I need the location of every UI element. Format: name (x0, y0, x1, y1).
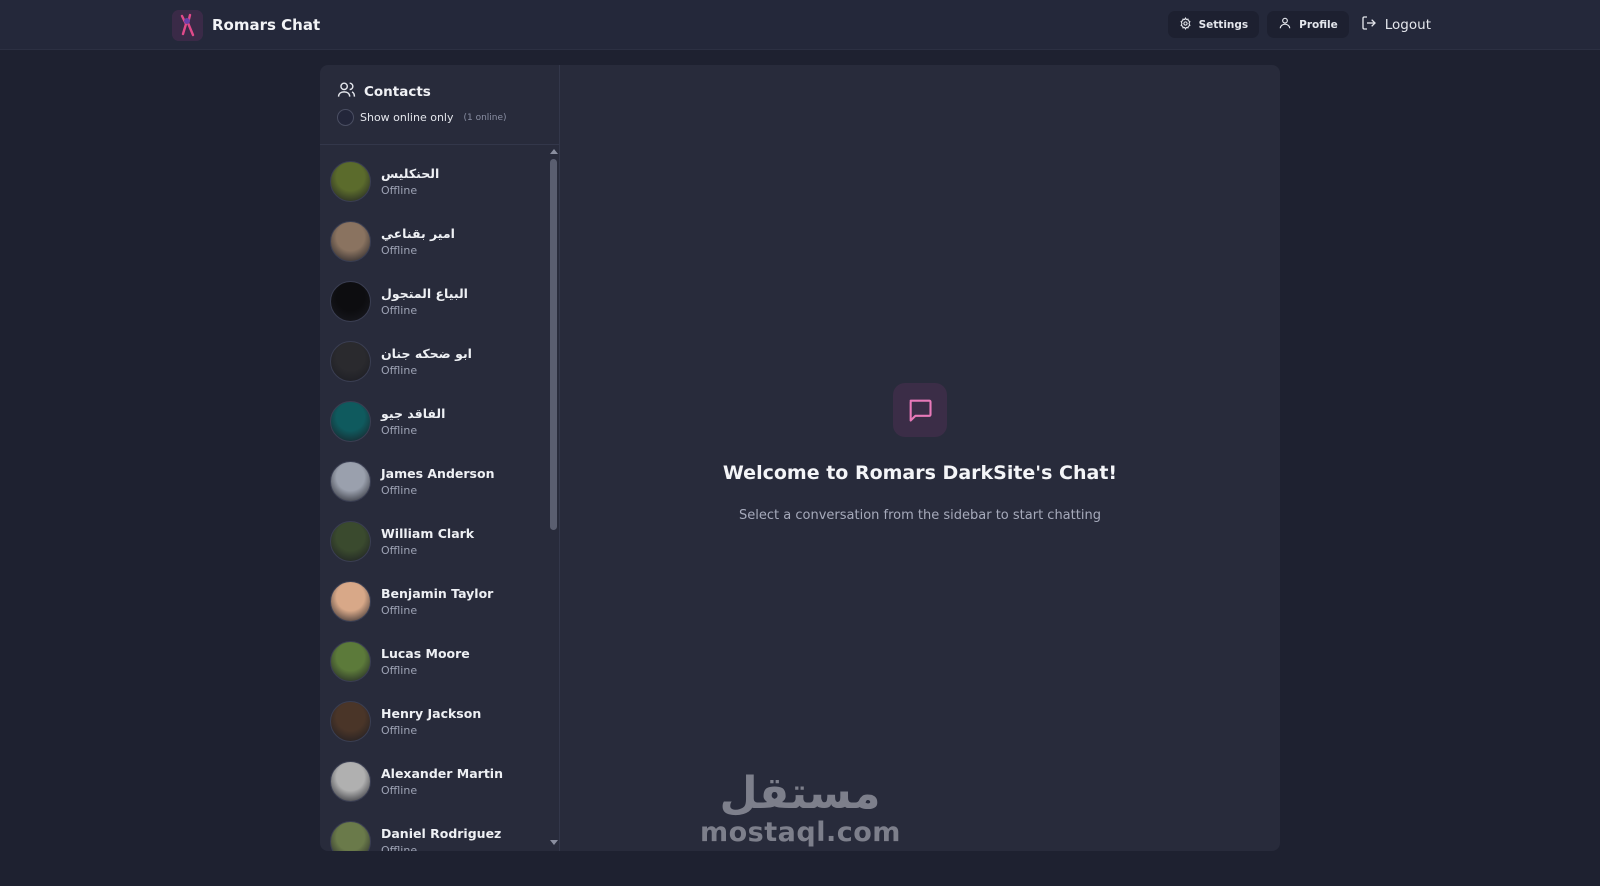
profile-button[interactable]: Profile (1267, 11, 1349, 38)
contact-name: Henry Jackson (381, 705, 482, 721)
top-navbar: Romars Chat Settings Profile Logout (0, 0, 1600, 50)
contacts-title: Contacts (337, 80, 431, 103)
contact-meta: البياع المتجول Offline (381, 286, 468, 317)
contact-status: Offline (381, 423, 418, 437)
contact-status: Offline (381, 303, 418, 317)
scrollbar-thumb[interactable] (550, 159, 557, 530)
contact-name: Benjamin Taylor (381, 585, 494, 601)
contact-name: Alexander Martin (381, 765, 503, 781)
contact-meta: Henry Jackson Offline (381, 706, 481, 737)
contact-meta: William Clark Offline (381, 526, 474, 557)
users-icon (337, 80, 356, 103)
contact-status: Offline (381, 603, 418, 617)
contact-item[interactable]: Alexander Martin Offline (320, 751, 552, 811)
contacts-title-label: Contacts (364, 83, 431, 100)
contact-item[interactable]: Henry Jackson Offline (320, 691, 552, 751)
app-logo-icon (172, 9, 203, 41)
contact-item[interactable]: البياع المتجول Offline (320, 271, 552, 331)
nav-actions: Settings Profile Logout (1167, 11, 1435, 38)
watermark-arabic: مستقل (719, 768, 881, 819)
contact-list: الحنكليس Offline امير بقناعي Offline البياع … (320, 151, 552, 851)
scroll-up-icon[interactable] (550, 149, 558, 154)
contact-avatar (330, 460, 371, 502)
contact-list-scrollbar[interactable] (548, 145, 558, 851)
contact-meta: Daniel Rodriguez Offline (381, 826, 501, 852)
contact-status: Offline (381, 723, 418, 737)
contact-meta: James Anderson Offline (381, 466, 494, 497)
contact-status: Offline (381, 543, 418, 557)
welcome-subtitle: Select a conversation from the sidebar t… (739, 508, 1101, 523)
app-name: Romars Chat (212, 16, 321, 34)
contact-meta: Benjamin Taylor Offline (381, 586, 493, 617)
settings-button[interactable]: Settings (1167, 11, 1260, 38)
contact-item[interactable]: Benjamin Taylor Offline (320, 571, 552, 631)
scroll-down-icon[interactable] (550, 840, 558, 845)
contact-avatar (330, 580, 371, 622)
contact-name: البياع المتجول (381, 285, 468, 301)
contact-status: Offline (381, 843, 418, 852)
contact-item[interactable]: الفاقد جيو Offline (320, 391, 552, 451)
contacts-header: Contacts Show online only (1 online) (320, 65, 559, 145)
contact-name: الحنكليس (381, 165, 440, 181)
contact-item[interactable]: امير بقناعي Offline (320, 211, 552, 271)
contact-item[interactable]: Daniel Rodriguez Offline (320, 811, 552, 851)
contact-avatar (330, 640, 371, 682)
welcome-title: Welcome to Romars DarkSite's Chat! (722, 462, 1118, 484)
contact-name: ابو ضحكه جنان (381, 345, 472, 361)
contact-meta: Lucas Moore Offline (381, 646, 470, 677)
contact-avatar (330, 700, 371, 742)
contacts-sidebar: Contacts Show online only (1 online) الح… (320, 65, 560, 851)
contact-status: Offline (381, 243, 418, 257)
contact-name: Lucas Moore (381, 645, 470, 661)
contact-meta: امير بقناعي Offline (381, 226, 455, 257)
logout-label: Logout (1384, 16, 1431, 33)
contact-status: Offline (381, 483, 418, 497)
online-count: (1 online) (463, 112, 507, 123)
contact-meta: الحنكليس Offline (381, 166, 439, 197)
brand[interactable]: Romars Chat (172, 9, 320, 41)
online-only-checkbox[interactable] (337, 109, 354, 126)
chat-panel: Contacts Show online only (1 online) الح… (320, 65, 1280, 851)
contact-avatar (330, 820, 371, 851)
contact-name: William Clark (381, 525, 475, 541)
contact-meta: ابو ضحكه جنان Offline (381, 346, 472, 377)
contact-avatar (330, 280, 371, 322)
contact-name: الفاقد جيو (381, 405, 446, 421)
logout-icon (1361, 15, 1377, 35)
contact-item[interactable]: الحنكليس Offline (320, 151, 552, 211)
logout-button[interactable]: Logout (1357, 11, 1435, 38)
contact-meta: Alexander Martin Offline (381, 766, 503, 797)
online-filter[interactable]: Show online only (1 online) (337, 109, 507, 126)
message-square-icon (893, 383, 947, 437)
contact-avatar (330, 400, 371, 442)
profile-label: Profile (1299, 18, 1338, 31)
contact-status: Offline (381, 183, 418, 197)
contact-item[interactable]: William Clark Offline (320, 511, 552, 571)
contact-avatar (330, 160, 371, 202)
contact-item[interactable]: James Anderson Offline (320, 451, 552, 511)
gear-icon (1179, 16, 1192, 33)
contact-meta: الفاقد جيو Offline (381, 406, 445, 437)
watermark: مستقل mostaql.com (700, 770, 900, 848)
user-icon (1278, 16, 1292, 33)
online-filter-label: Show online only (360, 111, 454, 124)
contact-status: Offline (381, 363, 418, 377)
contact-avatar (330, 520, 371, 562)
contact-name: امير بقناعي (381, 225, 455, 241)
contact-avatar (330, 340, 371, 382)
contact-item[interactable]: ابو ضحكه جنان Offline (320, 331, 552, 391)
contact-avatar (330, 220, 371, 262)
watermark-latin: mostaql.com (700, 817, 901, 848)
welcome-placeholder: Welcome to Romars DarkSite's Chat! Selec… (560, 65, 1280, 851)
contact-avatar (330, 760, 371, 802)
settings-label: Settings (1198, 18, 1249, 31)
contact-status: Offline (381, 783, 418, 797)
contact-status: Offline (381, 663, 418, 677)
contact-name: Daniel Rodriguez (381, 825, 502, 841)
contact-item[interactable]: Lucas Moore Offline (320, 631, 552, 691)
contact-name: James Anderson (381, 465, 495, 481)
